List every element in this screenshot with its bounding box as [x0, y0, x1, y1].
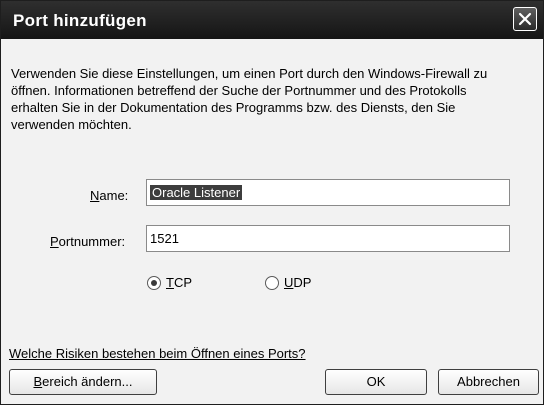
risks-help-link[interactable]: Welche Risiken bestehen beim Öffnen eine… — [9, 346, 306, 361]
port-number-label: Portnummer: — [50, 234, 126, 249]
tcp-radio-circle — [147, 275, 161, 290]
name-field-value: Oracle Listener — [150, 185, 243, 200]
description-text: Verwenden Sie diese Einstellungen, um ei… — [11, 66, 488, 132]
tcp-radio-label: TCP — [166, 275, 193, 290]
udp-radio-label: UDP — [284, 275, 312, 290]
ok-button[interactable]: OK — [325, 369, 427, 395]
tcp-radio[interactable]: TCP — [147, 275, 192, 290]
cancel-button[interactable]: Abbrechen — [438, 369, 539, 395]
port-number-field[interactable]: 1521 — [146, 225, 510, 252]
dialog-body: Verwenden Sie diese Einstellungen, um ei… — [1, 39, 543, 404]
name-field[interactable]: Oracle Listener — [146, 179, 510, 206]
close-icon — [518, 12, 532, 26]
udp-radio[interactable]: UDP — [265, 275, 311, 290]
title-bar: Port hinzufügen — [1, 1, 543, 39]
add-port-dialog: Port hinzufügen Verwenden Sie diese Eins… — [0, 0, 544, 405]
name-label: Name: — [90, 188, 129, 203]
port-number-value: 1521 — [150, 231, 179, 246]
udp-radio-circle — [265, 275, 279, 290]
dialog-title: Port hinzufügen — [13, 11, 147, 30]
radio-selected-dot — [151, 279, 157, 286]
close-button[interactable] — [513, 7, 537, 31]
change-scope-button[interactable]: Bereich ändern... — [9, 369, 157, 395]
